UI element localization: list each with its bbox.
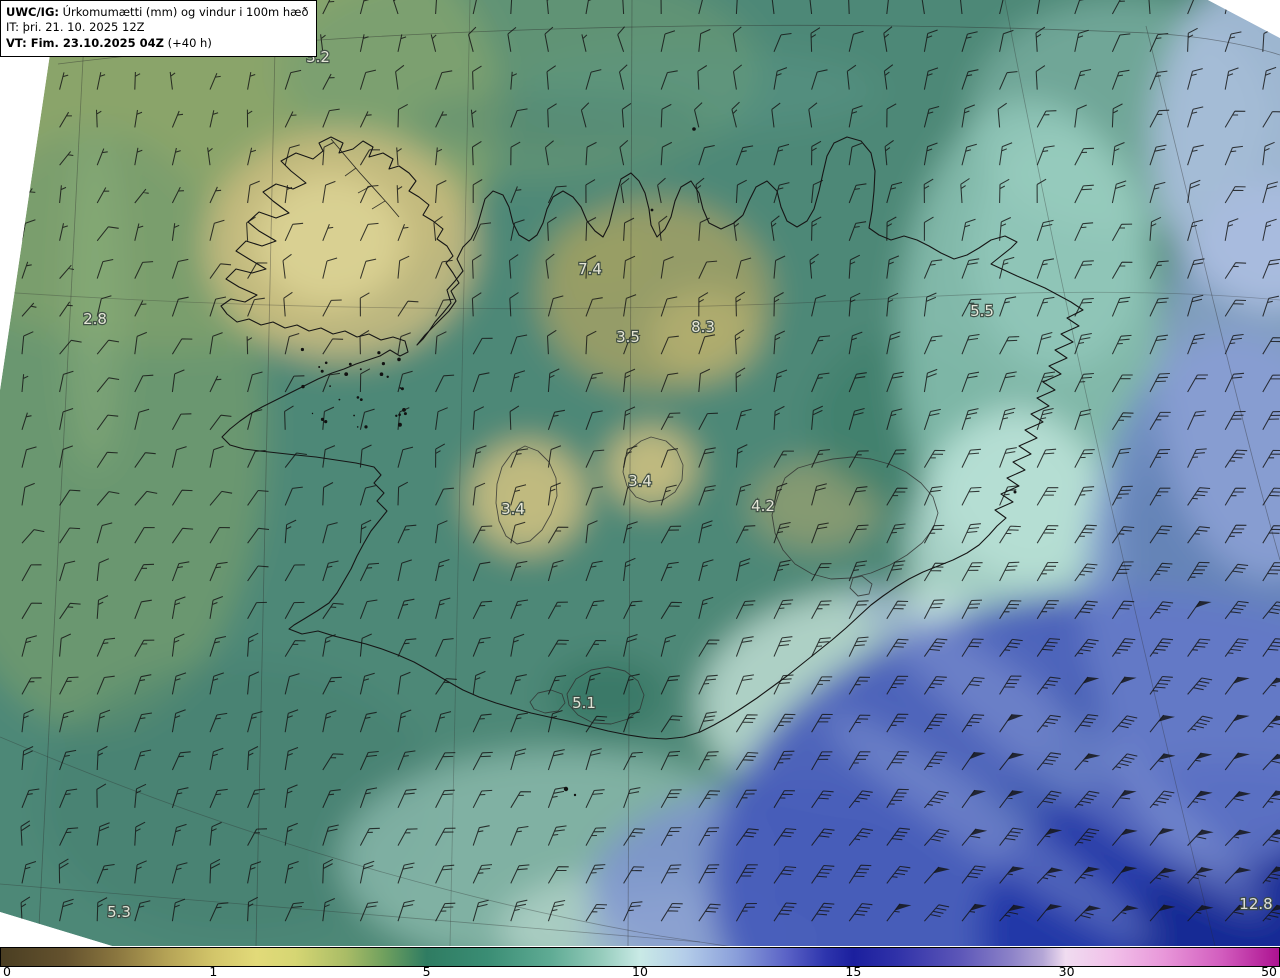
precip-value-label: 3.5 — [616, 328, 640, 346]
colorbar-tick-label: 10 — [632, 964, 648, 978]
island-dot — [359, 398, 363, 401]
island-dot — [301, 384, 305, 389]
colorbar-tick-label: 50 — [1261, 964, 1277, 978]
precip-value-label: 3.4 — [628, 472, 652, 490]
island-dot — [329, 385, 331, 387]
precip-value-label: 7.4 — [578, 260, 602, 278]
precip-value-label: 3.4 — [501, 500, 525, 518]
valid-time: VT: Fim. 23.10.2025 04Z — [6, 35, 164, 50]
precip-value-label: 8.3 — [691, 318, 715, 336]
island-dot — [395, 414, 398, 417]
island-dot — [381, 362, 385, 366]
island-dot — [324, 361, 328, 365]
island-dot — [379, 372, 384, 377]
island-dot — [348, 362, 352, 366]
product-description: Úrkomumætti (mm) og vindur i 100m hæð — [62, 5, 309, 19]
island-dot — [399, 387, 402, 389]
island-dot — [692, 127, 696, 131]
precip-value-label: 2.8 — [83, 310, 107, 328]
forecast-map: 3.2 2.8 7.4 3.5 8.3 5.5 3.4 3.4 4.2 5.1 5.3 12.8 UW… — [0, 0, 1280, 946]
map-title-box: UWC/IG: Úrkomumætti (mm) og vindur i 100… — [0, 0, 317, 58]
colorbar-tick-label: 15 — [845, 964, 862, 978]
precip-value-label: 5.3 — [107, 903, 131, 921]
map-canvas: 3.22.87.43.58.35.53.43.44.25.15.3 12.8 — [0, 0, 1280, 946]
island-dot — [400, 387, 404, 391]
title-line-valid-time: VT: Fim. 23.10.2025 04Z (+40 h) — [6, 36, 309, 51]
island-dot — [300, 347, 304, 352]
island-dot — [318, 366, 321, 368]
island-dot — [403, 412, 407, 416]
colorbar-tick-label: 30 — [1058, 964, 1075, 978]
product-label: UWC/IG: — [6, 5, 59, 19]
title-line-init-time: IT: þri. 21. 10. 2025 12Z — [6, 20, 145, 35]
island-dot — [356, 396, 360, 399]
island-dot — [353, 414, 355, 417]
island-dot — [324, 420, 328, 424]
island-dot — [338, 398, 341, 401]
precip-value-label: 4.2 — [751, 497, 775, 515]
valid-time-offset: (+40 h) — [167, 35, 212, 50]
weather-forecast-page: 3.2 2.8 7.4 3.5 8.3 5.5 3.4 3.4 4.2 5.1 5.3 12.8 UW… — [0, 0, 1280, 978]
colorbar-ticks: 0 1 5 10 15 30 50 — [0, 964, 1280, 978]
colorbar-tick-label: 1 — [209, 964, 218, 978]
colorbar-tick-label: 5 — [422, 964, 431, 978]
colorbar: 0 1 5 10 15 30 50 — [0, 946, 1280, 978]
island-dot — [397, 357, 401, 362]
island-dot — [1013, 490, 1017, 494]
title-line-product: UWC/IG: Úrkomumætti (mm) og vindur i 100… — [6, 5, 309, 20]
precip-value-label: 5.1 — [572, 694, 596, 712]
colorbar-tick-label: 0 — [3, 964, 11, 978]
island-dot — [377, 351, 381, 355]
precip-value-label: 12.8 — [1239, 895, 1272, 913]
precip-value-label: 5.5 — [970, 302, 994, 320]
island-dot — [386, 375, 389, 378]
island-dot — [320, 369, 324, 373]
island-dot — [356, 426, 359, 428]
island-dot — [573, 793, 577, 797]
island-dot — [359, 368, 362, 371]
island-dot — [344, 372, 349, 376]
island-dot — [364, 425, 368, 429]
island-dot — [650, 208, 654, 212]
island-dot — [311, 412, 314, 415]
